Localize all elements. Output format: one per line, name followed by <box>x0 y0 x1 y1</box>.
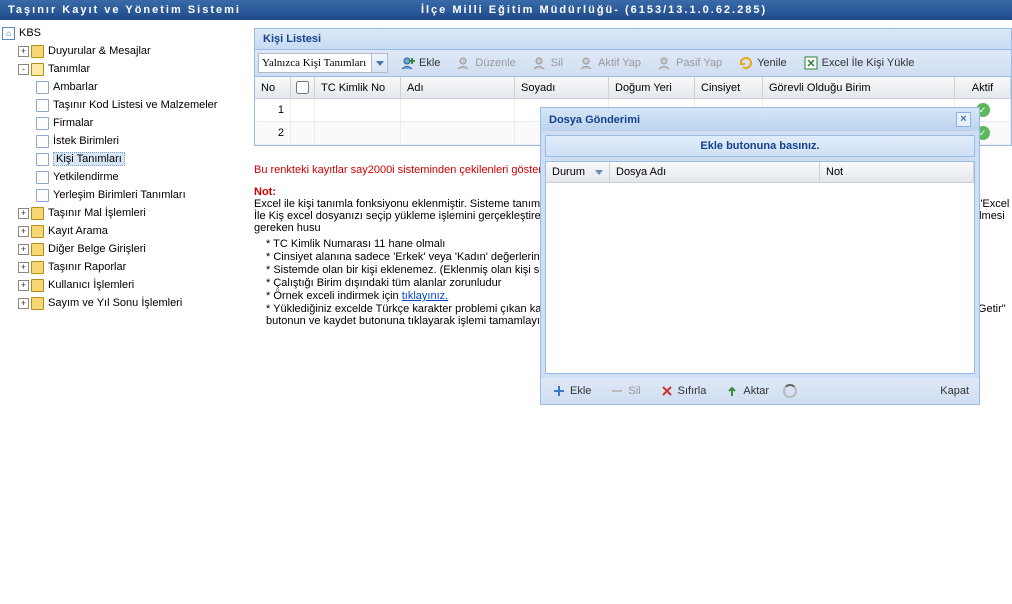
tree-leaf-kodlistesi[interactable]: Taşınır Kod Listesi ve Malzemeler <box>0 96 246 114</box>
folder-icon <box>31 45 44 58</box>
col-birim[interactable]: Görevli Olduğu Birim <box>763 77 955 98</box>
folder-icon <box>31 261 44 274</box>
tree-node-rapor[interactable]: +Taşınır Raporlar <box>0 258 246 276</box>
tree-root-kbs[interactable]: ⌂KBS <box>0 24 246 42</box>
tree-node-sayim[interactable]: +Sayım ve Yıl Sonu İşlemleri <box>0 294 246 312</box>
expand-icon[interactable]: + <box>18 298 29 309</box>
dialog-header[interactable]: Dosya Gönderimi × <box>541 108 979 131</box>
page-icon <box>36 99 49 112</box>
ornek-excel-link[interactable]: tıklayınız. <box>402 290 448 302</box>
tree-leaf-firmalar[interactable]: Firmalar <box>0 114 246 132</box>
tree-node-duyurular[interactable]: +Duyurular & Mesajlar <box>0 42 246 60</box>
duzenle-button: Düzenle <box>452 53 519 73</box>
folder-icon <box>31 207 44 220</box>
loading-icon <box>783 384 797 398</box>
panel-title: Kişi Listesi <box>255 29 1011 50</box>
page-icon <box>36 117 49 130</box>
col-not[interactable]: Not <box>820 162 974 182</box>
expand-icon[interactable]: + <box>18 226 29 237</box>
x-icon <box>659 383 675 399</box>
tree-leaf-yerlesim[interactable]: Yerleşim Birimleri Tanımları <box>0 186 246 204</box>
dialog-aktar-button[interactable]: Aktar <box>720 381 773 401</box>
col-dogum[interactable]: Doğum Yeri <box>609 77 695 98</box>
header-title-right: İlçe Milli Eğitim Müdürlüğü- (6153/13.1.… <box>421 4 767 16</box>
col-durum[interactable]: Durum <box>546 162 610 182</box>
user-passive-icon <box>657 55 673 71</box>
expand-icon[interactable]: + <box>18 208 29 219</box>
page-icon <box>36 81 49 94</box>
sort-desc-icon <box>595 166 603 178</box>
app-header: Taşınır Kayıt ve Yönetim Sistemi İlçe Mi… <box>0 0 1012 20</box>
dialog-banner: Ekle butonuna basınız. <box>545 135 975 157</box>
filter-combo-input[interactable] <box>259 54 371 72</box>
expand-icon[interactable]: + <box>18 262 29 273</box>
chevron-down-icon[interactable] <box>371 54 387 72</box>
user-add-icon <box>400 55 416 71</box>
folder-open-icon <box>31 63 44 76</box>
excel-yukle-button[interactable]: Excel İle Kişi Yükle <box>799 53 919 73</box>
panel-toolbar: Ekle Düzenle Sil Aktif Yap Pasif Yap Yen… <box>255 50 1011 77</box>
col-soyad[interactable]: Soyadı <box>515 77 609 98</box>
upload-icon <box>724 383 740 399</box>
tree-leaf-istek[interactable]: İstek Birimleri <box>0 132 246 150</box>
aktif-yap-button: Aktif Yap <box>575 53 645 73</box>
header-title-left: Taşınır Kayıt ve Yönetim Sistemi <box>8 0 241 20</box>
page-icon <box>36 135 49 148</box>
user-active-icon <box>579 55 595 71</box>
collapse-icon[interactable]: - <box>18 64 29 75</box>
dialog-sil-button: Sil <box>605 381 644 401</box>
col-cinsiyet[interactable]: Cinsiyet <box>695 77 763 98</box>
page-icon <box>36 171 49 184</box>
user-delete-icon <box>532 55 548 71</box>
tree-leaf-ambarlar[interactable]: Ambarlar <box>0 78 246 96</box>
col-ad[interactable]: Adı <box>401 77 515 98</box>
tree-leaf-kisi[interactable]: Kişi Tanımları <box>0 150 246 168</box>
tree-node-kullanici[interactable]: +Kullanıcı İşlemleri <box>0 276 246 294</box>
tree-node-diger[interactable]: +Diğer Belge Girişleri <box>0 240 246 258</box>
dialog-body: Durum Dosya Adı Not <box>545 161 975 374</box>
tree-node-mal[interactable]: +Taşınır Mal İşlemleri <box>0 204 246 222</box>
col-no[interactable]: No <box>255 77 291 98</box>
filter-combo[interactable] <box>258 53 388 73</box>
expand-icon[interactable]: + <box>18 46 29 57</box>
dialog-title: Dosya Gönderimi <box>549 114 640 126</box>
dialog-grid-header: Durum Dosya Adı Not <box>546 162 974 183</box>
col-tckimlik[interactable]: TC Kimlik No <box>315 77 401 98</box>
sidebar-tree: ⌂KBS +Duyurular & Mesajlar -Tanımlar Amb… <box>0 20 246 328</box>
expand-icon[interactable]: + <box>18 280 29 291</box>
pasif-yap-button: Pasif Yap <box>653 53 726 73</box>
dosya-gonderimi-dialog: Dosya Gönderimi × Ekle butonuna basınız.… <box>540 107 980 405</box>
tree-node-tanimlar[interactable]: -Tanımlar <box>0 60 246 78</box>
minus-icon <box>609 383 625 399</box>
close-icon[interactable]: × <box>956 112 971 127</box>
folder-icon <box>31 225 44 238</box>
folder-icon <box>31 297 44 310</box>
plus-icon <box>551 383 567 399</box>
folder-icon <box>31 243 44 256</box>
select-all-checkbox[interactable] <box>296 81 309 94</box>
col-aktif[interactable]: Aktif <box>955 77 1011 98</box>
tree-node-kayit[interactable]: +Kayıt Arama <box>0 222 246 240</box>
yenile-button[interactable]: Yenile <box>734 53 791 73</box>
dialog-grid-empty <box>546 183 974 373</box>
kbs-icon: ⌂ <box>2 27 15 40</box>
tree-leaf-yetki[interactable]: Yetkilendirme <box>0 168 246 186</box>
excel-icon <box>803 55 819 71</box>
refresh-icon <box>738 55 754 71</box>
page-icon <box>36 189 49 202</box>
ekle-button[interactable]: Ekle <box>396 53 444 73</box>
folder-icon <box>31 279 44 292</box>
expand-icon[interactable]: + <box>18 244 29 255</box>
sil-button: Sil <box>528 53 567 73</box>
page-icon <box>36 153 49 166</box>
col-dosya[interactable]: Dosya Adı <box>610 162 820 182</box>
grid-header: No TC Kimlik No Adı Soyadı Doğum Yeri Ci… <box>255 77 1011 99</box>
dialog-sifirla-button[interactable]: Sıfırla <box>655 381 711 401</box>
user-edit-icon <box>456 55 472 71</box>
dialog-footer: Ekle Sil Sıfırla Aktar Kapat <box>541 378 979 404</box>
dialog-kapat-button[interactable]: Kapat <box>936 383 973 399</box>
col-checkbox[interactable] <box>291 77 315 98</box>
dialog-ekle-button[interactable]: Ekle <box>547 381 595 401</box>
